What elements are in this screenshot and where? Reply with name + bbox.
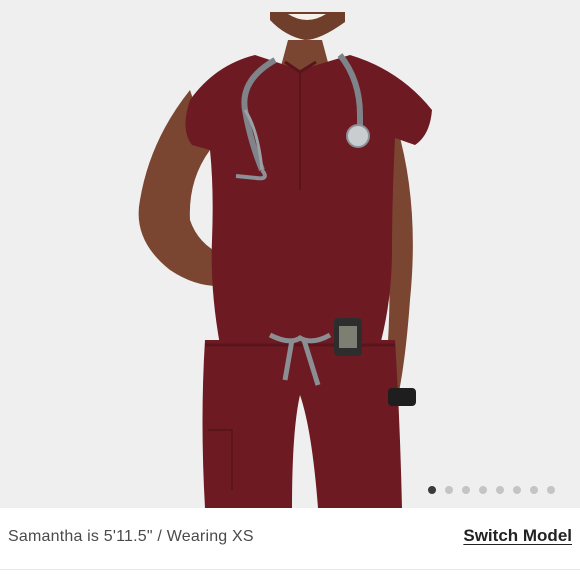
- model-illustration: [0, 0, 580, 508]
- carousel-dot[interactable]: [462, 486, 470, 494]
- divider: [0, 569, 580, 570]
- product-photo[interactable]: [0, 0, 580, 508]
- carousel-dot[interactable]: [496, 486, 504, 494]
- pager-icon: [334, 318, 362, 356]
- carousel-dot[interactable]: [428, 486, 436, 494]
- carousel-dot[interactable]: [547, 486, 555, 494]
- switch-model-link[interactable]: Switch Model: [463, 526, 572, 546]
- carousel-dot[interactable]: [445, 486, 453, 494]
- carousel-dot[interactable]: [513, 486, 521, 494]
- carousel-dot[interactable]: [530, 486, 538, 494]
- watch-icon: [388, 388, 416, 406]
- carousel-dot[interactable]: [479, 486, 487, 494]
- model-caption-row: Samantha is 5'11.5" / Wearing XS Switch …: [0, 508, 580, 566]
- model-size-info: Samantha is 5'11.5" / Wearing XS: [8, 528, 254, 545]
- carousel-dots: [428, 486, 555, 494]
